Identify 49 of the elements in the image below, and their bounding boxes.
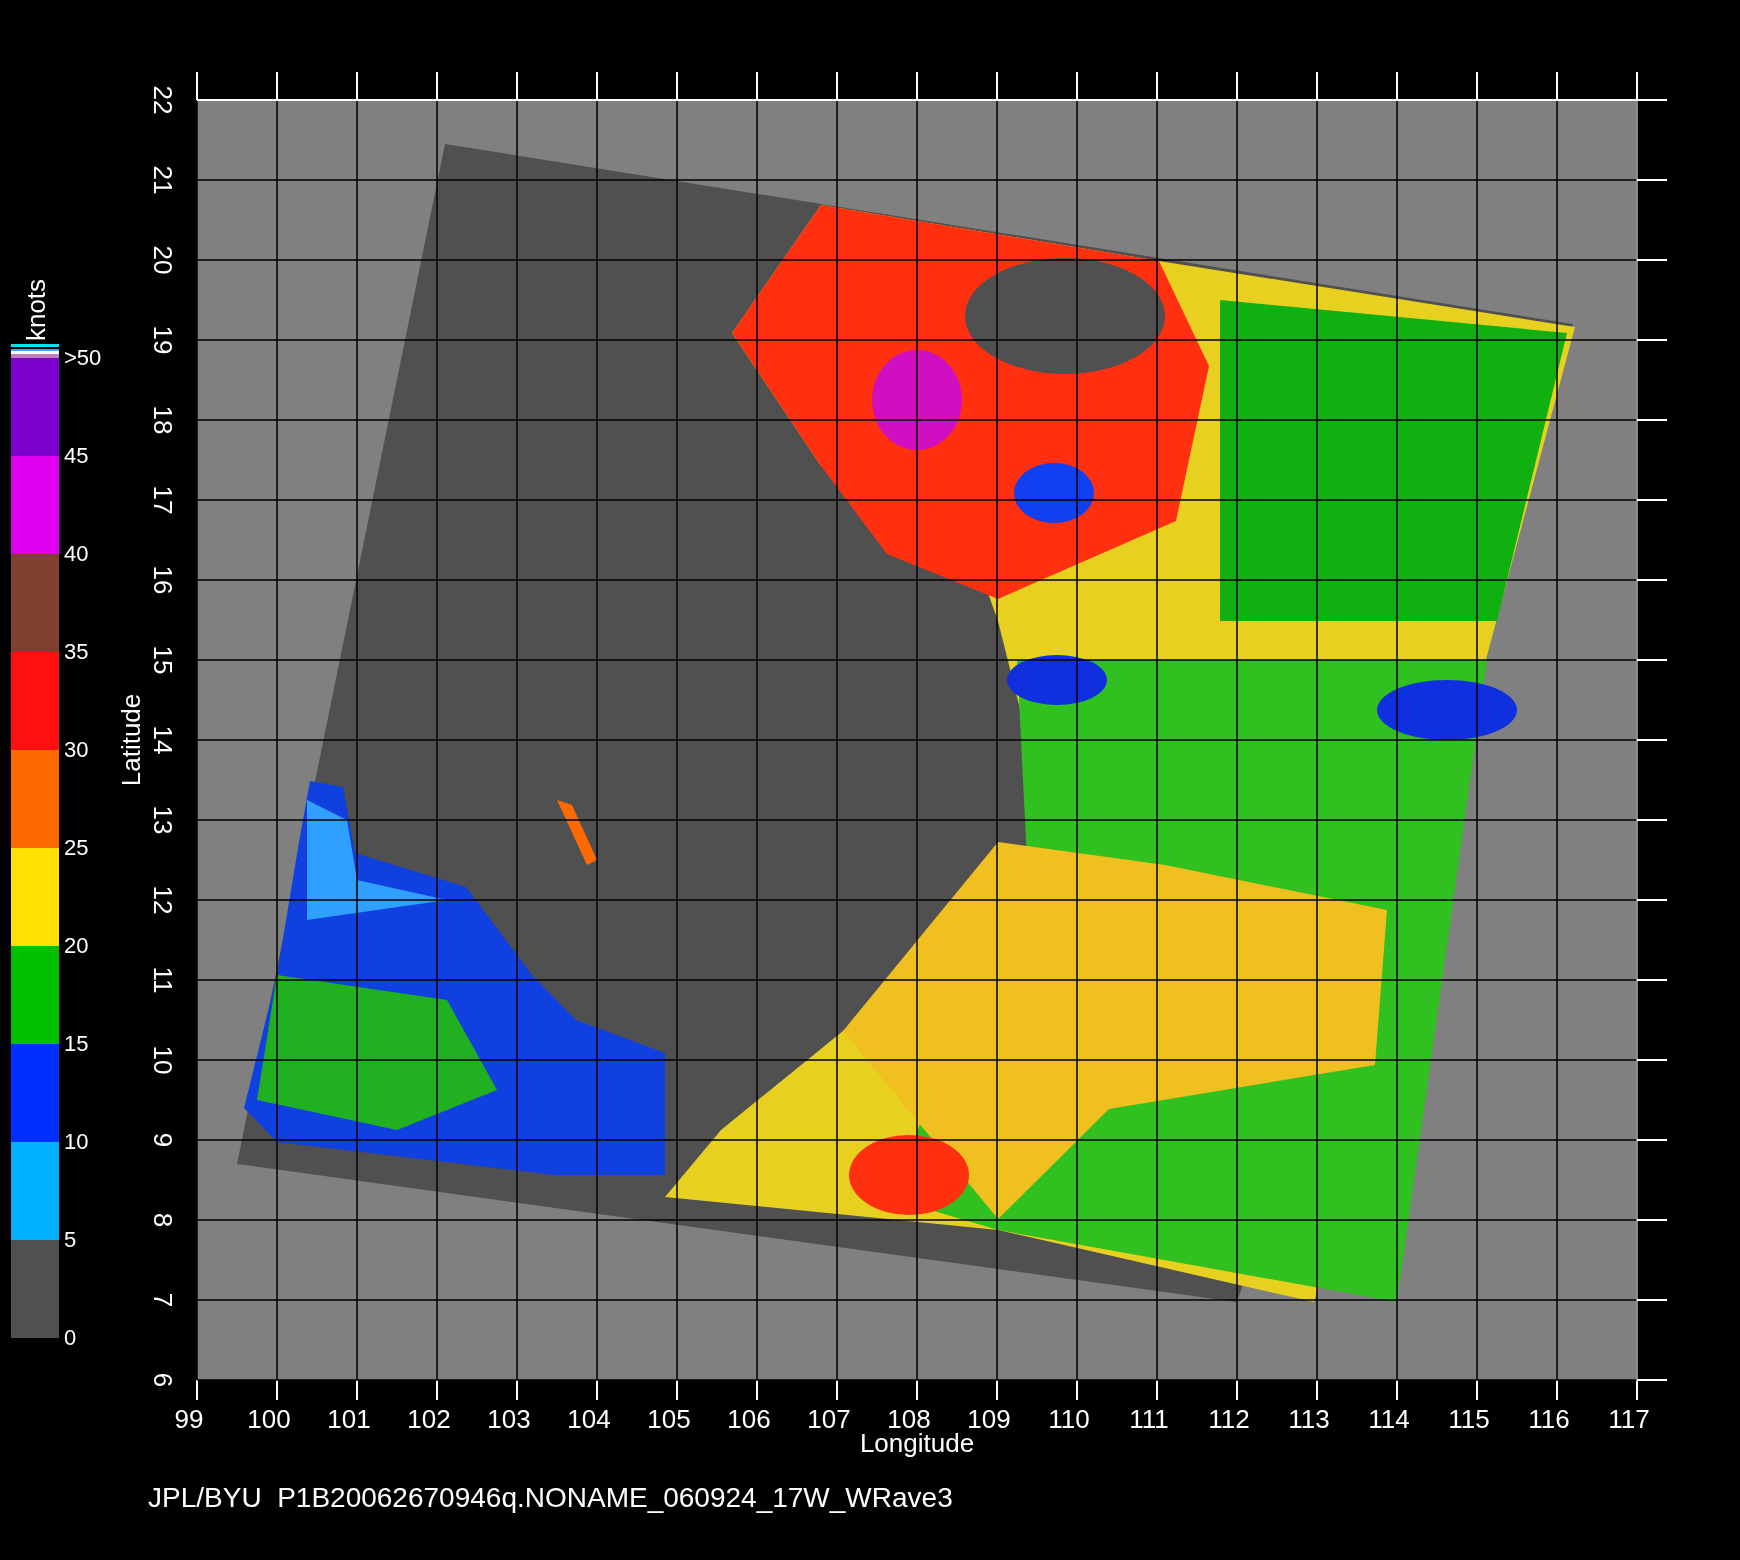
y-tick-label: 14: [148, 725, 178, 755]
scale-label: 40: [64, 542, 90, 568]
scale-label: 0: [64, 1326, 78, 1350]
y-tick-label: 11: [148, 966, 178, 994]
scale-label: 35: [64, 640, 90, 666]
y-tick-label: 15: [148, 645, 178, 675]
scale-label: 20: [64, 934, 90, 960]
x-tick-label: 116: [1528, 1404, 1570, 1434]
colorbar-cap: [11, 344, 59, 358]
y-tick-label: 21: [148, 165, 178, 195]
y-tick-label: 7: [148, 1292, 178, 1308]
y-tick-label: 17: [148, 485, 178, 515]
y-tick-label: 8: [148, 1212, 178, 1228]
x-tick-label: 103: [487, 1404, 531, 1434]
x-tick-label: 117: [1608, 1404, 1650, 1434]
x-tick-label: 105: [647, 1404, 691, 1434]
x-tick-label: 104: [567, 1404, 611, 1434]
scale-label: 5: [64, 1228, 78, 1254]
y-tick-label: 13: [148, 805, 178, 835]
x-tick-label: 106: [727, 1404, 771, 1434]
unit-label: knots: [20, 278, 52, 342]
scale-label: 30: [64, 738, 90, 764]
y-tick-label: 12: [148, 885, 178, 915]
y-tick-label: 16: [148, 565, 178, 595]
y-tick-label: 9: [148, 1132, 178, 1148]
x-tick-label: 101: [327, 1404, 371, 1434]
x-tick-label: 100: [247, 1404, 291, 1434]
scale-label: 15: [64, 1032, 90, 1058]
y-tick-label: 19: [148, 325, 178, 355]
caption-text: JPL/BYU P1B20062670946q.NONAME_060924_17W_WRave3: [148, 1482, 953, 1513]
y-tick-label: 6: [148, 1372, 178, 1388]
y-tick-label: 22: [148, 85, 178, 115]
scale-label: >50: [64, 346, 102, 372]
x-tick-label: 110: [1048, 1404, 1090, 1434]
x-tick-label: 102: [407, 1404, 451, 1434]
scale-label: 25: [64, 836, 90, 862]
scale-label: 10: [64, 1130, 90, 1156]
y-tick-label: 20: [148, 245, 178, 275]
y-tick-label: 10: [148, 1045, 178, 1075]
x-tick-label: 113: [1288, 1404, 1330, 1434]
y-tick-label: 18: [148, 405, 178, 435]
x-tick-label: 99: [174, 1404, 204, 1434]
x-tick-label: 107: [807, 1404, 851, 1434]
x-tick-label: 115: [1448, 1404, 1490, 1434]
x-tick-label: 111: [1129, 1404, 1169, 1434]
x-tick-label: 112: [1208, 1404, 1250, 1434]
scale-label: 45: [64, 444, 90, 470]
axis-title: Latitude: [116, 693, 146, 787]
x-tick-label: 114: [1368, 1404, 1410, 1434]
